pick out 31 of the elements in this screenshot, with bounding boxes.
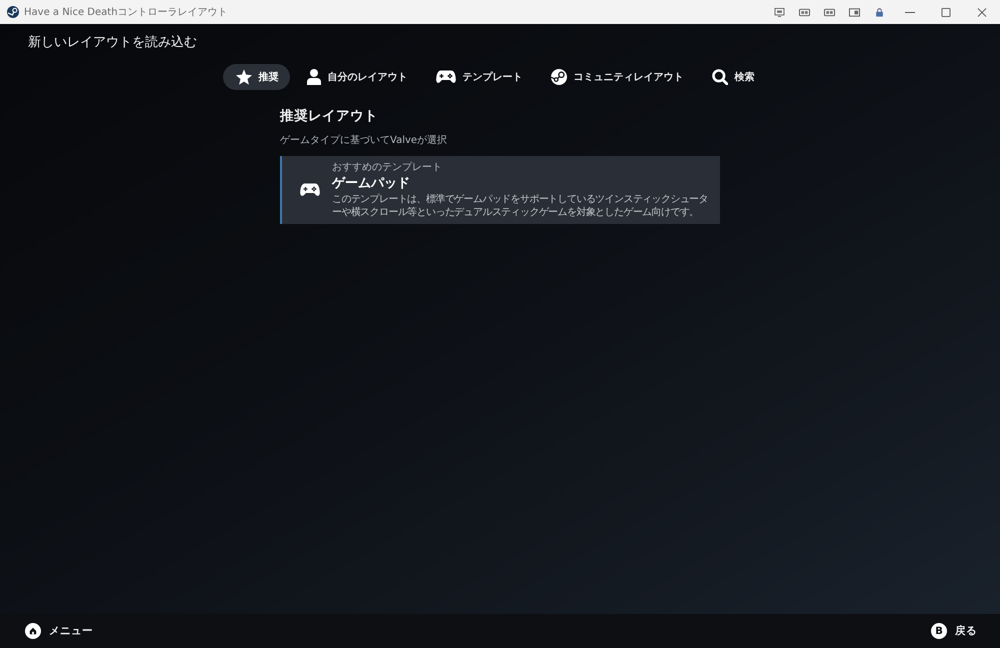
- maximize-icon[interactable]: [941, 8, 951, 16]
- window-icon[interactable]: [849, 8, 860, 16]
- gamepad-icon: [300, 182, 320, 196]
- card-description: このテンプレートは、標準でゲームパッドをサポートしているツインスティックシューターや横スクロール等といったデュアルスティックゲームを対象としたゲーム向けです。: [332, 193, 710, 219]
- back-button[interactable]: B 戻る: [931, 623, 977, 639]
- card-title: ゲームパッド: [332, 175, 410, 192]
- menu-button[interactable]: メニュー: [25, 623, 93, 639]
- star-icon: [236, 69, 252, 85]
- tab[interactable]: コミュニティレイアウト: [538, 64, 694, 90]
- close-icon[interactable]: [977, 8, 987, 16]
- cassette-icon[interactable]: [799, 8, 810, 16]
- app-logo-icon: [7, 6, 19, 18]
- layout-card[interactable]: おすすめのテンプレート ゲームパッド このテンプレートは、標準でゲームパッドをサポートしているツインスティックシューターや横スクロール等といったデュアルスティックゲームを対象としたゲーム向けです。: [280, 156, 720, 224]
- b-key-glyph: B: [931, 623, 947, 639]
- section-subtitle: ゲームタイプに基づいてValveが選択: [280, 134, 448, 147]
- circle-logo-icon: [550, 69, 566, 85]
- tab[interactable]: 自分のレイアウト: [294, 64, 418, 90]
- cassette-icon[interactable]: [824, 8, 835, 16]
- person-icon: [306, 69, 320, 85]
- card-caption: おすすめのテンプレート: [332, 160, 442, 174]
- tab[interactable]: テンプレート: [422, 64, 534, 90]
- lock-icon[interactable]: [874, 8, 885, 16]
- search-icon: [712, 69, 728, 85]
- window-title: Have a Nice Deathコントローラレイアウト: [24, 6, 228, 19]
- section-title: 推奨レイアウト: [280, 107, 378, 125]
- home-icon: [25, 623, 41, 639]
- gamepad-icon: [436, 70, 456, 84]
- tab[interactable]: 検索: [698, 64, 766, 90]
- tab[interactable]: 推奨: [222, 64, 290, 90]
- page-title: 新しいレイアウトを読み込む: [28, 35, 197, 50]
- monitor-icon[interactable]: [774, 8, 785, 16]
